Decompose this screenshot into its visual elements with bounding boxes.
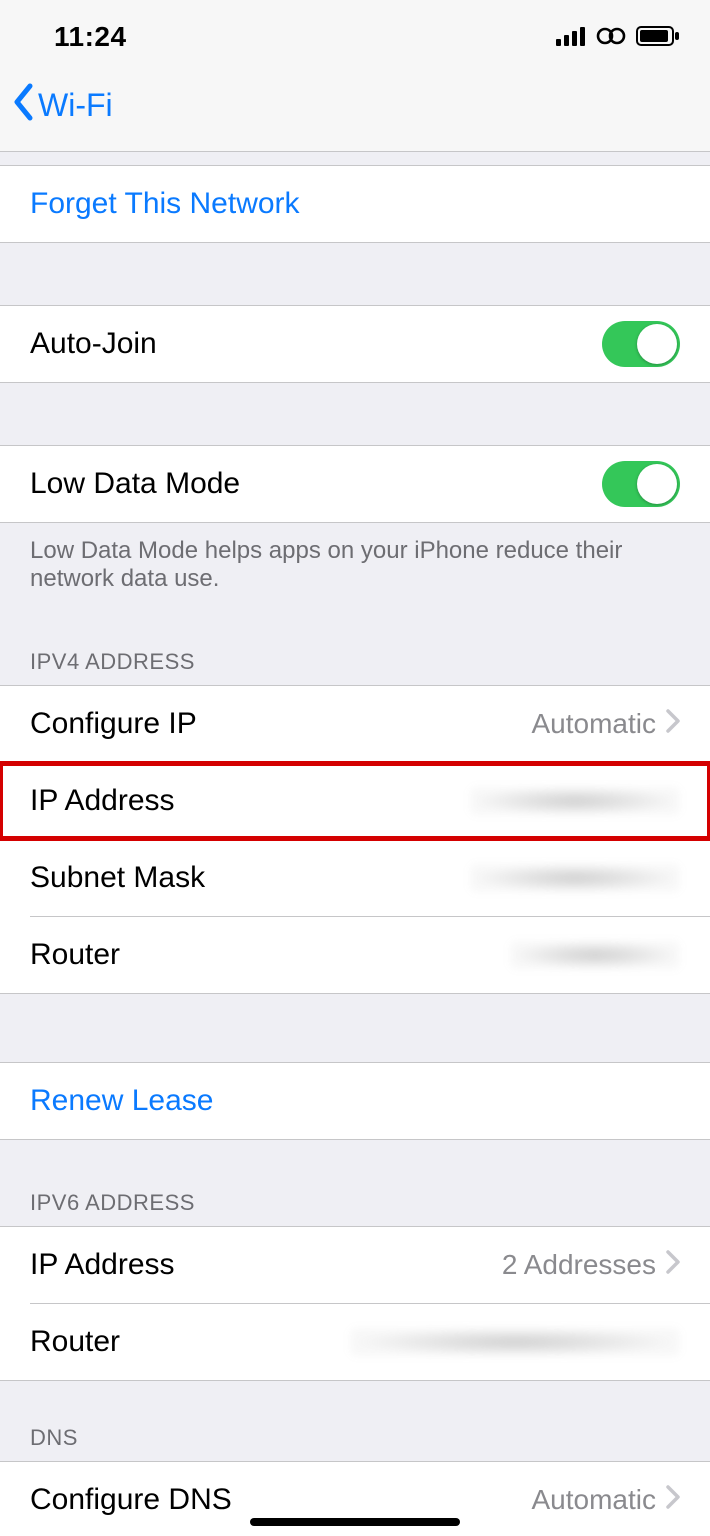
low-data-mode-row: Low Data Mode (0, 446, 710, 522)
auto-join-toggle[interactable] (602, 321, 680, 367)
ip-address-value-redacted (470, 787, 680, 815)
low-data-footer: Low Data Mode helps apps on your iPhone … (0, 522, 710, 617)
nav-bar: Wi-Fi (0, 60, 710, 152)
back-label: Wi-Fi (38, 87, 113, 124)
auto-join-row: Auto-Join (0, 306, 710, 382)
spacer (0, 152, 710, 166)
configure-ip-value: Automatic (532, 708, 657, 740)
chevron-left-icon (12, 83, 38, 129)
back-button[interactable]: Wi-Fi (12, 83, 113, 129)
hotspot-icon (594, 21, 628, 53)
chevron-right-icon (666, 1249, 680, 1281)
subnet-mask-label: Subnet Mask (30, 861, 205, 895)
dns-header: DNS (0, 1381, 710, 1462)
ipv6-ip-label: IP Address (30, 1248, 175, 1282)
ipv6-router-label: Router (30, 1325, 120, 1359)
home-indicator[interactable] (250, 1518, 460, 1526)
renew-lease-label: Renew Lease (30, 1084, 213, 1118)
low-data-label: Low Data Mode (30, 467, 240, 501)
ip-address-label: IP Address (30, 784, 175, 818)
ipv6-router-value-redacted (350, 1328, 680, 1356)
configure-ip-row[interactable]: Configure IP Automatic (0, 686, 710, 762)
ipv6-header: IPV6 ADDRESS (0, 1140, 710, 1227)
router-value-redacted (510, 941, 680, 969)
configure-ip-label: Configure IP (30, 707, 197, 741)
forget-label: Forget This Network (30, 187, 300, 221)
status-time: 11:24 (54, 21, 127, 53)
configure-dns-label: Configure DNS (30, 1483, 232, 1517)
status-indicators (556, 21, 680, 53)
auto-join-label: Auto-Join (30, 327, 157, 361)
ipv6-router-row: Router (0, 1304, 710, 1380)
spacer (0, 242, 710, 306)
spacer (0, 382, 710, 446)
cellular-signal-icon (556, 21, 586, 53)
ipv4-router-row: Router (0, 917, 710, 993)
renew-lease-button[interactable]: Renew Lease (0, 1063, 710, 1139)
configure-dns-value: Automatic (532, 1484, 657, 1516)
low-data-toggle[interactable] (602, 461, 680, 507)
forget-network-button[interactable]: Forget This Network (0, 166, 710, 242)
status-bar: 11:24 (0, 0, 710, 60)
chevron-right-icon (666, 1484, 680, 1516)
router-label: Router (30, 938, 120, 972)
chevron-right-icon (666, 708, 680, 740)
ipv6-ip-value: 2 Addresses (502, 1249, 656, 1281)
spacer (0, 993, 710, 1063)
battery-icon (636, 21, 680, 53)
subnet-mask-value-redacted (470, 864, 680, 892)
ip-address-row: IP Address (0, 763, 710, 839)
ipv4-header: IPV4 ADDRESS (0, 617, 710, 686)
ipv6-ip-address-row[interactable]: IP Address 2 Addresses (0, 1227, 710, 1303)
subnet-mask-row: Subnet Mask (0, 840, 710, 916)
